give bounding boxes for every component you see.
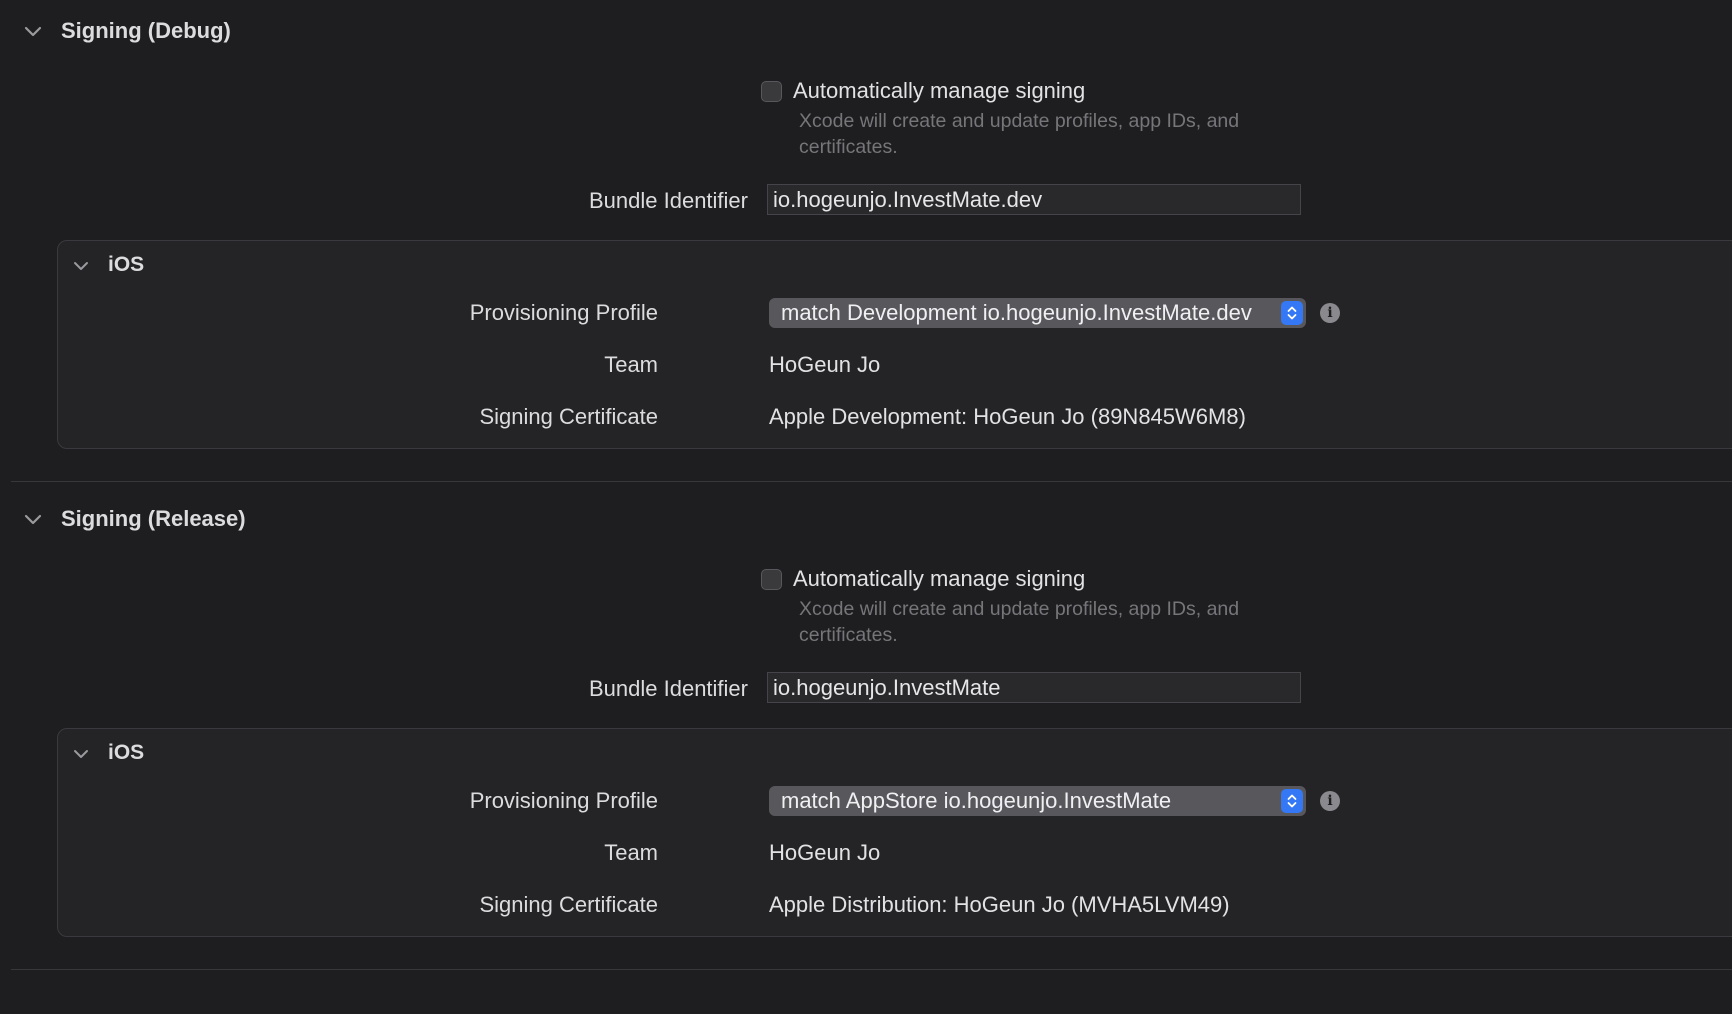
signing-certificate-value: Apple Development: HoGeun Jo (89N845W6M8…	[769, 404, 1246, 429]
auto-manage-signing-checkbox[interactable]: Automatically manage signing	[761, 566, 1085, 592]
provisioning-profile-value: match AppStore io.hogeunjo.InvestMate	[781, 788, 1172, 813]
section-title: Signing (Release)	[61, 506, 246, 531]
auto-manage-hint: Xcode will create and update profiles, a…	[799, 110, 1240, 158]
checkbox-label: Automatically manage signing	[793, 566, 1086, 591]
platform-title: iOS	[108, 741, 145, 764]
ios-group: iOS Provisioning Profile match Developme…	[57, 240, 1732, 449]
provisioning-profile-popup[interactable]: match Development io.hogeunjo.InvestMate…	[769, 298, 1306, 328]
bundle-identifier-field[interactable]: io.hogeunjo.InvestMate.dev	[767, 184, 1301, 215]
section-divider	[11, 969, 1732, 970]
chevron-down-icon[interactable]	[70, 743, 92, 765]
auto-manage-hint: Xcode will create and update profiles, a…	[799, 598, 1240, 646]
bundle-identifier-label: Bundle Identifier	[589, 188, 748, 213]
chevron-down-icon[interactable]	[70, 255, 92, 277]
provisioning-profile-value: match Development io.hogeunjo.InvestMate…	[781, 300, 1252, 325]
signing-settings-page: Signing (Debug) Automatically manage sig…	[0, 0, 1732, 1014]
signing-certificate-label: Signing Certificate	[479, 404, 658, 429]
section-divider	[11, 481, 1732, 482]
section-title: Signing (Debug)	[61, 18, 231, 43]
up-down-arrows-icon	[1281, 789, 1303, 813]
chevron-down-icon[interactable]	[22, 21, 44, 43]
up-down-arrows-icon	[1281, 301, 1303, 325]
checkbox[interactable]	[761, 568, 782, 590]
checkbox[interactable]	[761, 80, 782, 102]
ios-group: iOS Provisioning Profile match AppStore …	[57, 728, 1732, 937]
checkbox-label: Automatically manage signing	[793, 78, 1086, 103]
info-icon[interactable]: i	[1320, 303, 1340, 323]
bundle-identifier-label: Bundle Identifier	[589, 676, 748, 701]
team-value: HoGeun Jo	[769, 840, 881, 865]
signing-certificate-value: Apple Distribution: HoGeun Jo (MVHA5LVM4…	[769, 892, 1230, 917]
provisioning-profile-label: Provisioning Profile	[469, 788, 658, 813]
team-value: HoGeun Jo	[769, 352, 881, 377]
signing-certificate-label: Signing Certificate	[479, 892, 658, 917]
team-label: Team	[604, 352, 658, 377]
team-label: Team	[604, 840, 658, 865]
chevron-down-icon[interactable]	[22, 509, 44, 531]
auto-manage-signing-checkbox[interactable]: Automatically manage signing	[761, 78, 1085, 104]
bundle-identifier-field[interactable]: io.hogeunjo.InvestMate	[767, 672, 1301, 703]
provisioning-profile-popup[interactable]: match AppStore io.hogeunjo.InvestMate	[769, 786, 1306, 816]
info-icon[interactable]: i	[1320, 791, 1340, 811]
provisioning-profile-label: Provisioning Profile	[469, 300, 658, 325]
platform-title: iOS	[108, 253, 145, 276]
